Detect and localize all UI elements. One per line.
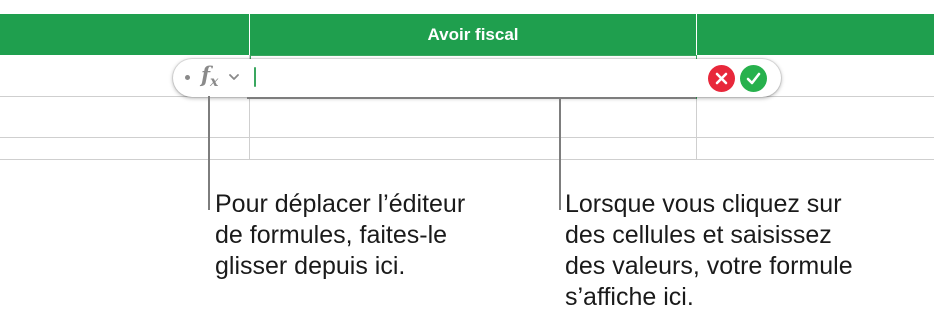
chevron-down-icon[interactable] [229,73,239,81]
formula-editor[interactable]: fx [173,59,781,97]
callout-leader-line-left [208,96,210,210]
confirm-button[interactable] [740,65,767,92]
callout-line-text: glisser depuis ici. [215,252,406,280]
cancel-button[interactable] [708,65,735,92]
drag-handle-dot-icon[interactable] [185,75,190,80]
callout-text-left: Pour déplacer l’éditeur de formules, fai… [215,189,465,282]
function-fx-icon[interactable]: fx [201,62,218,90]
callout-line-text: s’affiche ici. [565,283,694,311]
callout-text-right: Lorsque vous cliquez sur des cellules et… [565,189,853,313]
header-column-divider [696,14,697,55]
callout-leader-line-right [559,97,561,210]
confirm-check-icon [746,72,761,85]
callout-line-text: des valeurs, votre formule [565,252,853,280]
column-header-title[interactable]: Avoir fiscal [250,14,696,55]
row-divider [0,159,934,160]
callout-line-text: Lorsque vous cliquez sur [565,190,842,218]
callout-line-text: de formules, faites-le [215,221,448,249]
row-divider [0,137,934,138]
cancel-x-icon [715,72,728,85]
callout-line-text: des cellules et saisissez [565,221,832,249]
callout-line-text: Pour déplacer l’éditeur [215,190,466,218]
callout-bracket [247,97,696,99]
text-cursor [254,67,256,87]
header-row: Avoir fiscal [0,14,934,55]
